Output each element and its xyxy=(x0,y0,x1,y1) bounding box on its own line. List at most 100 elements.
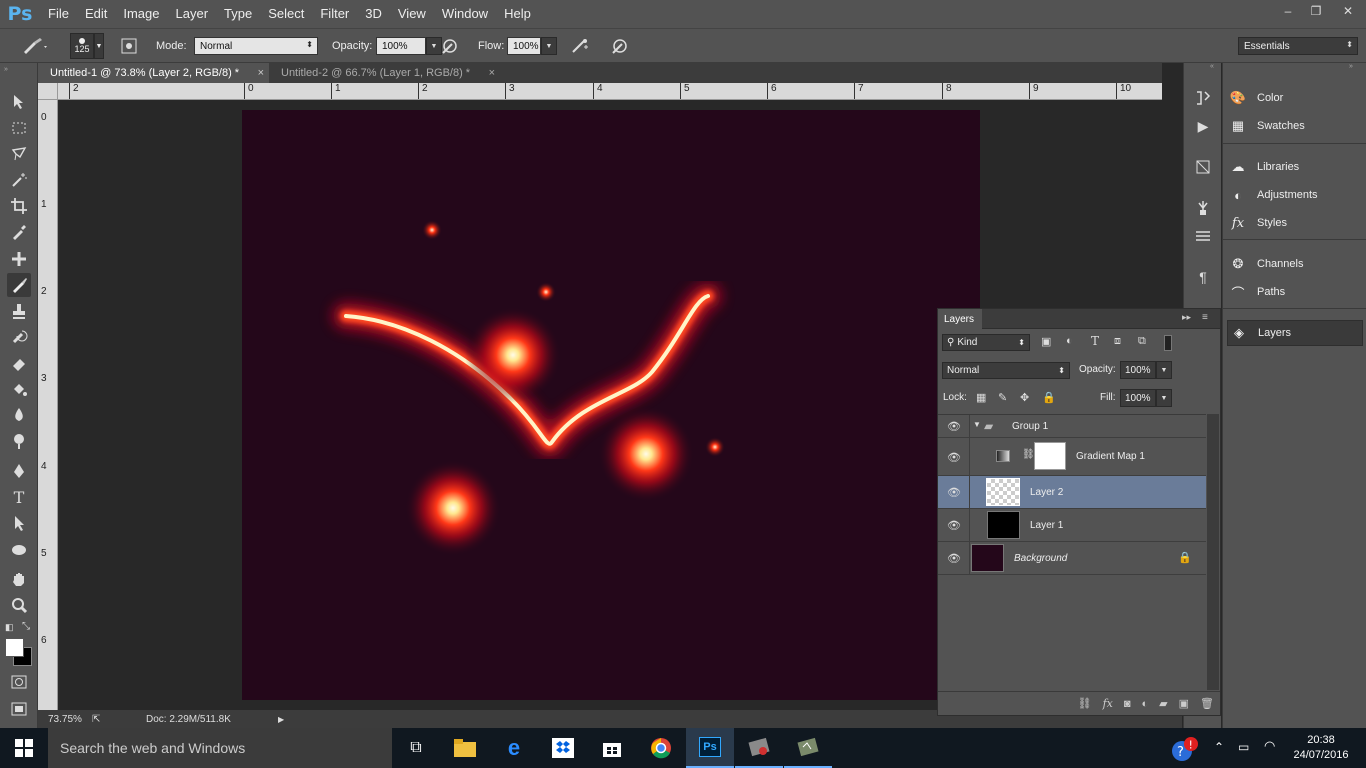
layer-opacity-input[interactable]: 100% xyxy=(1120,361,1156,379)
move-tool-icon[interactable] xyxy=(7,90,31,114)
foreground-color-swatch[interactable] xyxy=(5,638,24,657)
properties-icon[interactable] xyxy=(1192,156,1214,178)
dropbox-icon[interactable] xyxy=(539,728,587,768)
paint-bucket-tool-icon[interactable] xyxy=(7,377,31,401)
menu-image[interactable]: Image xyxy=(115,0,167,28)
panel-menu-icon[interactable]: ≡ xyxy=(1202,312,1208,323)
pen-tool-icon[interactable] xyxy=(7,459,31,483)
healing-brush-tool-icon[interactable] xyxy=(7,247,31,271)
layer-row-layer-1[interactable]: 👁 Layer 1 xyxy=(938,509,1206,542)
type-tool-icon[interactable]: T xyxy=(7,485,31,509)
opacity-input[interactable]: 100% xyxy=(376,37,426,55)
path-selection-tool-icon[interactable] xyxy=(7,511,31,535)
lasso-tool-icon[interactable] xyxy=(7,142,31,166)
filter-pixel-icon[interactable]: ▣ xyxy=(1041,335,1051,348)
lock-position-icon[interactable]: ✥ xyxy=(1020,391,1029,404)
app-taskbar-icon-2[interactable] xyxy=(784,728,832,768)
blur-tool-icon[interactable] xyxy=(7,403,31,427)
menu-edit[interactable]: Edit xyxy=(77,0,115,28)
panel-layers[interactable]: ◈ Layers xyxy=(1227,320,1363,346)
file-explorer-icon[interactable] xyxy=(441,728,489,768)
menu-type[interactable]: Type xyxy=(216,0,260,28)
lock-pixels-icon[interactable]: ✎ xyxy=(998,391,1007,404)
panel-swatches[interactable]: ▦ Swatches xyxy=(1227,113,1363,139)
default-colors-icon[interactable]: ◧ xyxy=(5,622,14,633)
app-taskbar-icon[interactable] xyxy=(735,728,783,768)
brush-tool-icon[interactable] xyxy=(7,273,31,297)
new-group-icon[interactable]: ▰ xyxy=(1159,697,1167,710)
tool-presets-icon[interactable] xyxy=(1192,225,1214,247)
visibility-eye-icon[interactable]: 👁 xyxy=(946,552,962,565)
chrome-icon[interactable] xyxy=(637,728,685,768)
layer-mask-thumbnail[interactable] xyxy=(1034,442,1066,470)
notification-alert-icon[interactable]: ?! xyxy=(1170,736,1200,761)
link-chain-icon[interactable]: ⛓ xyxy=(1022,449,1035,460)
menu-view[interactable]: View xyxy=(390,0,434,28)
layers-tab[interactable]: Layers xyxy=(938,309,982,329)
fill-slider-toggle[interactable]: ▼ xyxy=(1156,389,1172,407)
panel-paths[interactable]: ⌒ Paths xyxy=(1227,279,1363,305)
fill-input[interactable]: 100% xyxy=(1120,389,1156,407)
filter-adjustment-icon[interactable]: ◐ xyxy=(1066,335,1073,347)
taskbar-search-box[interactable]: Search the web and Windows xyxy=(48,728,392,768)
eyedropper-tool-icon[interactable] xyxy=(7,220,31,244)
dodge-tool-icon[interactable] xyxy=(7,429,31,453)
tab-close-button[interactable]: × xyxy=(489,67,495,79)
eraser-tool-icon[interactable] xyxy=(7,351,31,375)
new-adjustment-layer-icon[interactable]: ◐ xyxy=(1142,698,1149,710)
collapse-icon[interactable]: « xyxy=(1210,63,1214,70)
menu-select[interactable]: Select xyxy=(260,0,312,28)
store-icon[interactable] xyxy=(588,728,636,768)
quick-mask-icon[interactable] xyxy=(7,670,31,694)
marquee-tool-icon[interactable] xyxy=(7,116,31,140)
pressure-opacity-icon[interactable] xyxy=(438,35,460,57)
zoom-tool-icon[interactable] xyxy=(7,593,31,617)
restore-button[interactable]: ❐ xyxy=(1302,0,1330,22)
zoom-level[interactable]: 73.75% xyxy=(48,714,90,725)
brush-size-picker[interactable]: 125 ▼ xyxy=(70,29,104,63)
pressure-size-icon[interactable] xyxy=(608,35,630,57)
menu-filter[interactable]: Filter xyxy=(312,0,357,28)
swap-colors-icon[interactable]: ⤡ xyxy=(22,621,30,632)
share-icon[interactable]: ⇱ xyxy=(92,714,106,725)
menu-help[interactable]: Help xyxy=(496,0,539,28)
tab-untitled-1[interactable]: Untitled-1 @ 73.8% (Layer 2, RGB/8) * × xyxy=(38,63,270,83)
filter-shape-icon[interactable]: ⧈ xyxy=(1114,335,1121,348)
menu-layer[interactable]: Layer xyxy=(168,0,217,28)
tab-close-button[interactable]: × xyxy=(258,67,264,79)
add-mask-icon[interactable]: ◙ xyxy=(1124,698,1131,710)
lock-transparency-icon[interactable]: ▦ xyxy=(976,391,986,404)
start-button[interactable] xyxy=(0,728,48,768)
filter-kind-dropdown[interactable]: ⚲ Kind ⬍ xyxy=(942,334,1030,351)
visibility-eye-icon[interactable]: 👁 xyxy=(946,519,962,532)
workspace-dropdown[interactable]: Essentials ⬍ xyxy=(1238,37,1358,55)
clone-stamp-tool-icon[interactable] xyxy=(7,299,31,323)
menu-3d[interactable]: 3D xyxy=(357,0,390,28)
panel-styles[interactable]: fx Styles xyxy=(1227,210,1363,236)
magic-wand-tool-icon[interactable] xyxy=(7,168,31,192)
delete-layer-icon[interactable]: 🗑 xyxy=(1200,697,1214,710)
add-layer-style-icon[interactable]: fx xyxy=(1103,697,1113,710)
group-expand-triangle-icon[interactable]: ▼ xyxy=(973,420,981,429)
task-view-icon[interactable]: ⧉ xyxy=(392,728,440,768)
brush-panel-toggle[interactable] xyxy=(118,29,140,63)
menu-file[interactable]: File xyxy=(40,0,77,28)
status-menu-arrow-icon[interactable]: ▶ xyxy=(278,715,284,724)
crop-tool-icon[interactable] xyxy=(7,194,31,218)
panel-channels[interactable]: ❂ Channels xyxy=(1227,251,1363,277)
photoshop-taskbar-icon[interactable]: Ps xyxy=(686,728,734,768)
layer-row-group[interactable]: 👁 ▼ ▰ Group 1 xyxy=(938,415,1206,438)
filter-smartobject-icon[interactable]: ⧉ xyxy=(1138,335,1146,348)
panel-libraries[interactable]: ☁ Libraries xyxy=(1227,154,1363,180)
wifi-icon[interactable]: ◠ xyxy=(1264,738,1275,754)
layer-opacity-slider-toggle[interactable]: ▼ xyxy=(1156,361,1172,379)
close-button[interactable]: ✕ xyxy=(1330,0,1366,22)
edge-browser-icon[interactable]: e xyxy=(490,728,538,768)
panel-adjustments[interactable]: ◐ Adjustments xyxy=(1227,182,1363,208)
actions-play-icon[interactable]: ▶ xyxy=(1192,115,1214,137)
layers-scrollbar[interactable] xyxy=(1207,414,1219,690)
chevron-up-icon[interactable]: ⌃ xyxy=(1214,740,1224,754)
ellipse-tool-icon[interactable] xyxy=(7,538,31,562)
visibility-eye-icon[interactable]: 👁 xyxy=(946,420,962,433)
filter-type-icon[interactable]: T xyxy=(1091,334,1099,348)
